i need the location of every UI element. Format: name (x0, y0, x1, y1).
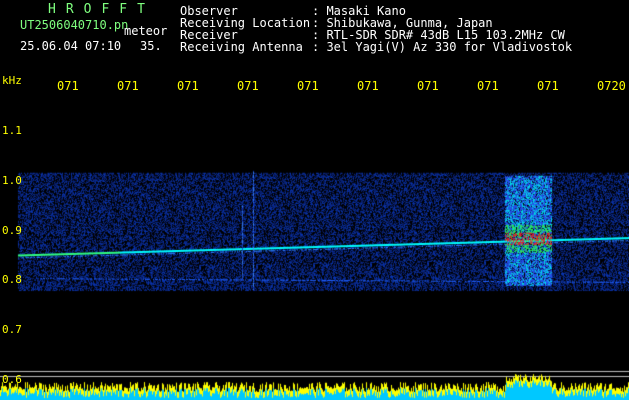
x-tick-label: 071 (537, 79, 559, 93)
detection-label: meteor (124, 24, 168, 38)
x-tick-label: 071 (297, 79, 319, 93)
app-brand: HROFFT (48, 2, 155, 17)
x-tick-label: 071 (357, 79, 379, 93)
y-tick-label: 1.0 (2, 173, 22, 187)
count-label: 35. (140, 39, 162, 53)
y-axis-unit: kHz (2, 74, 22, 87)
datetime-label: 25.06.04 07:10 (20, 39, 122, 53)
x-tick-label: 071 (57, 79, 79, 93)
antenna-value: : 3el Yagi(V) Az 330 for Vladivostok (312, 40, 573, 54)
y-tick-label: 0.6 (2, 373, 22, 386)
filename-label: UT2506040710.pn (20, 18, 129, 32)
x-tick-label: 0720 (597, 79, 626, 93)
y-tick-label: 0.7 (2, 323, 22, 337)
spectrogram (0, 0, 629, 400)
x-tick-label: 071 (177, 79, 199, 93)
y-tick-label: 0.8 (2, 273, 22, 287)
y-tick-label: 0.9 (2, 223, 22, 237)
x-tick-label: 071 (417, 79, 439, 93)
x-tick-label: 071 (117, 79, 139, 93)
y-tick-label: 1.1 (2, 124, 22, 137)
x-tick-label: 071 (237, 79, 259, 93)
antenna-label: Receiving Antenna (180, 40, 303, 54)
x-tick-label: 071 (477, 79, 499, 93)
